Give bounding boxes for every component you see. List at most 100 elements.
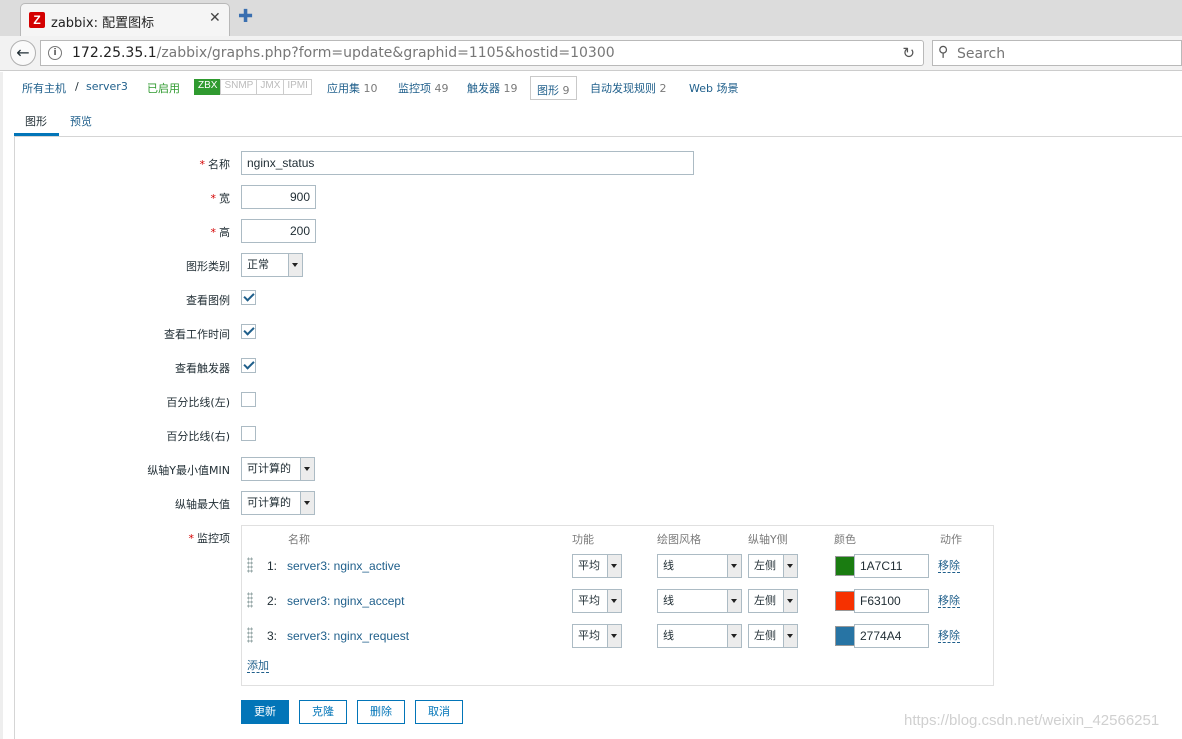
y-axis-value: 左侧 <box>754 559 776 572</box>
y-axis-select[interactable]: 左侧 <box>748 554 798 578</box>
color-swatch[interactable] <box>835 626 855 646</box>
show-working-time-checkbox[interactable] <box>241 324 256 339</box>
nav-applications-count: 10 <box>363 82 378 95</box>
nav-triggers[interactable]: 触发器 19 <box>467 80 518 96</box>
remove-item-link[interactable]: 移除 <box>938 594 960 608</box>
host-status[interactable]: 已启用 <box>147 80 180 96</box>
row-number: 3: <box>267 629 278 643</box>
nav-discovery[interactable]: 自动发现规则 2 <box>590 80 667 96</box>
info-icon[interactable]: i <box>48 46 62 60</box>
nav-items[interactable]: 监控项 49 <box>398 80 449 96</box>
draw-style-value: 线 <box>663 594 674 607</box>
header-y-axis: 纵轴Y侧 <box>748 533 788 546</box>
remove-item-link[interactable]: 移除 <box>938 559 960 573</box>
show-legend-checkbox[interactable] <box>241 290 256 305</box>
height-label: * 高 <box>30 224 231 240</box>
nav-discovery-count: 2 <box>659 82 667 95</box>
draw-style-select[interactable]: 线 <box>657 554 742 578</box>
color-field[interactable]: 1A7C11 <box>854 554 929 578</box>
y-axis-select[interactable]: 左侧 <box>748 624 798 648</box>
y-axis-select[interactable]: 左侧 <box>748 589 798 613</box>
host-navigation: 所有主机 / server3 已启用 ZBX SNMP JMX IPMI 应用集… <box>14 72 1182 102</box>
draw-style-select[interactable]: 线 <box>657 589 742 613</box>
search-input[interactable] <box>955 43 1179 65</box>
new-tab-icon[interactable]: ✚ <box>238 8 253 26</box>
header-action: 动作 <box>940 533 962 546</box>
nav-web[interactable]: Web 场景 <box>689 80 738 96</box>
cancel-button[interactable]: 取消 <box>415 700 463 724</box>
drag-handle-icon[interactable] <box>247 592 253 608</box>
browser-search-box[interactable]: ⚲ <box>932 40 1182 66</box>
chevron-down-icon <box>288 254 302 276</box>
show-triggers-label: 查看触发器 <box>175 362 230 375</box>
ymax-select[interactable]: 可计算的 <box>241 491 315 515</box>
function-value: 平均 <box>578 629 600 642</box>
percentile-left-label: 百分比线(左) <box>166 396 230 409</box>
function-select[interactable]: 平均 <box>572 589 622 613</box>
tab-preview[interactable]: 预览 <box>70 113 92 129</box>
show-triggers-checkbox[interactable] <box>241 358 256 373</box>
item-name-link[interactable]: server3: nginx_active <box>287 559 400 573</box>
add-item-link[interactable]: 添加 <box>247 659 269 673</box>
remove-item-link[interactable]: 移除 <box>938 629 960 643</box>
required-marker: * <box>188 532 195 545</box>
show-working-time-label: 查看工作时间 <box>164 328 230 341</box>
color-field[interactable]: F63100 <box>854 589 929 613</box>
tab-title: zabbix: 配置图标 <box>51 16 155 31</box>
drag-handle-icon[interactable] <box>247 627 253 643</box>
header-draw-style: 绘图风格 <box>657 533 701 546</box>
update-button[interactable]: 更新 <box>241 700 289 724</box>
name-field[interactable]: nginx_status <box>241 151 694 175</box>
nav-graphs[interactable]: 图形 9 <box>530 76 577 100</box>
draw-style-select[interactable]: 线 <box>657 624 742 648</box>
width-field[interactable]: 900 <box>241 185 316 209</box>
color-swatch[interactable] <box>835 591 855 611</box>
chevron-down-icon <box>783 590 797 612</box>
function-select[interactable]: 平均 <box>572 554 622 578</box>
browser-tab[interactable]: Z zabbix: 配置图标 ✕ <box>20 3 230 36</box>
header-color: 颜色 <box>834 533 856 546</box>
watermark: https://blog.csdn.net/weixin_42566251 <box>904 712 1160 729</box>
ymax-value: 可计算的 <box>247 496 291 509</box>
breadcrumb-host[interactable]: server3 <box>86 80 128 93</box>
ymin-select[interactable]: 可计算的 <box>241 457 315 481</box>
close-tab-icon[interactable]: ✕ <box>209 10 221 26</box>
chevron-down-icon <box>300 492 314 514</box>
badge-snmp: SNMP <box>220 79 258 95</box>
clone-button[interactable]: 克隆 <box>299 700 347 724</box>
row-number: 1: <box>267 559 278 573</box>
percentile-right-checkbox[interactable] <box>241 426 256 441</box>
tab-graph[interactable]: 图形 <box>25 113 47 129</box>
form-tabs: 图形 预览 <box>14 104 1182 137</box>
item-name-link[interactable]: server3: nginx_accept <box>287 594 404 608</box>
item-name-link[interactable]: server3: nginx_request <box>287 629 409 643</box>
function-select[interactable]: 平均 <box>572 624 622 648</box>
percentile-right-label: 百分比线(右) <box>166 430 230 443</box>
percentile-left-checkbox[interactable] <box>241 392 256 407</box>
url-bar[interactable]: i 172.25.35.1/zabbix/graphs.php?form=upd… <box>40 40 924 66</box>
browser-tab-bar: Z zabbix: 配置图标 ✕ ✚ <box>0 0 1182 37</box>
height-label-text: 高 <box>219 226 230 239</box>
nav-graphs-label: 图形 <box>537 84 559 97</box>
delete-button[interactable]: 删除 <box>357 700 405 724</box>
y-axis-value: 左侧 <box>754 594 776 607</box>
content-left-border <box>14 136 15 739</box>
search-icon: ⚲ <box>938 44 949 60</box>
graph-type-select[interactable]: 正常 <box>241 253 303 277</box>
breadcrumb-separator: / <box>75 80 79 93</box>
required-marker: * <box>199 158 206 171</box>
graph-type-label: 图形类别 <box>186 260 230 273</box>
chevron-down-icon <box>783 555 797 577</box>
nav-applications[interactable]: 应用集 10 <box>327 80 378 96</box>
color-field[interactable]: 2774A4 <box>854 624 929 648</box>
back-arrow-icon[interactable]: ← <box>10 40 36 66</box>
header-function: 功能 <box>572 533 594 546</box>
height-field[interactable]: 200 <box>241 219 316 243</box>
drag-handle-icon[interactable] <box>247 557 253 573</box>
page-left-edge <box>0 72 3 739</box>
badge-zbx: ZBX <box>194 79 222 95</box>
reload-icon[interactable]: ↻ <box>902 44 915 62</box>
nav-items-label: 监控项 <box>398 82 431 95</box>
color-swatch[interactable] <box>835 556 855 576</box>
breadcrumb-all-hosts[interactable]: 所有主机 <box>22 80 66 96</box>
